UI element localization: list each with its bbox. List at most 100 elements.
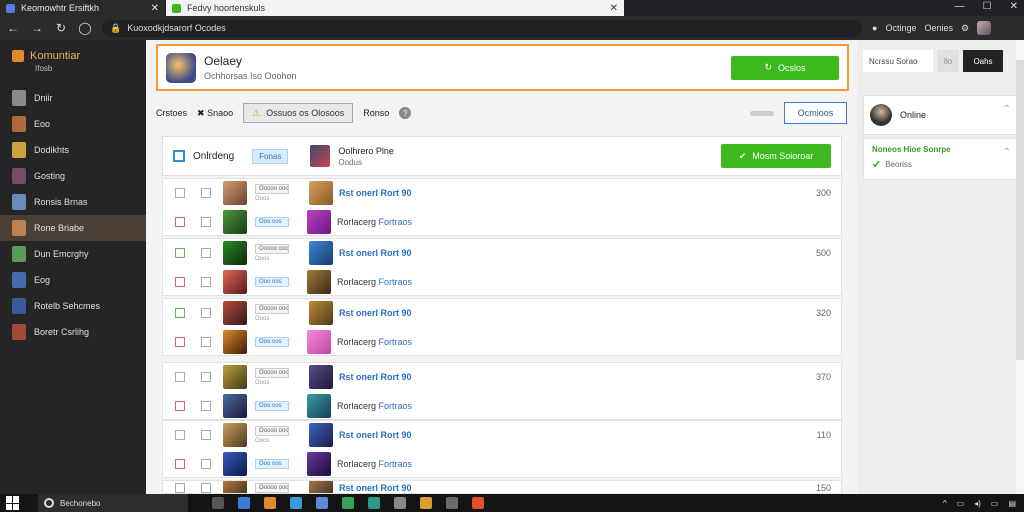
battery-icon[interactable]: ▭ — [991, 499, 999, 508]
row-checkbox[interactable] — [175, 188, 185, 198]
warning-filter[interactable]: ⚠ Ossuos os Olosoos — [243, 103, 354, 123]
app-icon[interactable] — [316, 497, 328, 509]
task-view-icon[interactable] — [212, 497, 224, 509]
app-icon[interactable] — [264, 497, 276, 509]
volume-icon[interactable]: ◂) — [974, 499, 981, 508]
row-checkbox[interactable] — [175, 248, 185, 258]
app-icon[interactable] — [420, 497, 432, 509]
row-checkbox-2[interactable] — [201, 401, 211, 411]
sidebar-item[interactable]: Dniir — [0, 85, 146, 111]
panel-option[interactable]: Ilo — [937, 50, 959, 72]
item-name[interactable]: Rst onerl Rort 90 — [339, 430, 412, 440]
row-checkbox[interactable] — [175, 459, 185, 469]
list-item[interactable]: Ooo oos Rorlacerg Fortraos — [163, 450, 843, 478]
list-item[interactable]: Ooooo ooos Ooos Rst onerl Rort 90 110 — [163, 421, 843, 449]
row-checkbox-2[interactable] — [201, 217, 211, 227]
row-checkbox-2[interactable] — [201, 277, 211, 287]
slider-pill[interactable] — [750, 110, 774, 116]
browser-tab-2[interactable]: Fedvy hoortenskuls ✕ — [166, 0, 624, 16]
header-action-button[interactable]: ↻ Ocslos — [731, 55, 839, 80]
expand-icon[interactable]: ⌃ — [1003, 104, 1011, 115]
row-checkbox[interactable] — [175, 401, 185, 411]
row-checkbox[interactable] — [175, 308, 185, 318]
sidebar-item[interactable]: Boretr Csrlihg — [0, 319, 146, 345]
item-link[interactable]: Fortraos — [379, 277, 413, 287]
sidebar-item[interactable]: Ronsis Brnas — [0, 189, 146, 215]
row-checkbox[interactable] — [175, 277, 185, 287]
row-checkbox[interactable] — [175, 483, 185, 493]
close-icon[interactable]: ✕ — [610, 3, 618, 14]
taskbar-search[interactable]: Bechonebo — [38, 494, 188, 512]
row-checkbox[interactable] — [175, 372, 185, 382]
app-icon[interactable] — [368, 497, 380, 509]
sidebar-item[interactable]: Eog — [0, 267, 146, 293]
forward-icon[interactable]: → — [30, 21, 44, 35]
scrollbar[interactable] — [1016, 40, 1024, 494]
row-checkbox[interactable] — [175, 217, 185, 227]
sidebar-item-active[interactable]: Rone Briabe — [0, 215, 146, 241]
sidebar-item[interactable]: Dun Emcrghy — [0, 241, 146, 267]
panel-search[interactable]: Ncrssu Sorao — [863, 50, 933, 72]
sidebar-item[interactable]: Rotelb Sehcmes — [0, 293, 146, 319]
item-link[interactable]: Fortraos — [379, 401, 413, 411]
account-label[interactable]: Octinge — [885, 23, 916, 33]
item-name[interactable]: Rst onerl Rort 90 — [339, 188, 412, 198]
row-checkbox-2[interactable] — [201, 483, 211, 493]
sidebar-item[interactable]: Eoo — [0, 111, 146, 137]
app-icon[interactable] — [472, 497, 484, 509]
sidebar-item[interactable]: Dodikhts — [0, 137, 146, 163]
list-item[interactable]: Ooo oos Rorlacerg Fortraos — [163, 328, 843, 356]
list-item[interactable]: Ooo oos Rorlacerg Fortraos — [163, 392, 843, 420]
help-icon[interactable]: ? — [399, 107, 412, 119]
network-icon[interactable]: ▭ — [957, 499, 965, 508]
row-checkbox-2[interactable] — [201, 459, 211, 469]
back-icon[interactable]: ← — [6, 21, 20, 35]
close-window-icon[interactable]: ✕ — [1010, 1, 1018, 12]
row-checkbox-2[interactable] — [201, 430, 211, 440]
scrollbar-thumb[interactable] — [1016, 60, 1024, 360]
list-item[interactable]: Ooooo ooos Ooos Rst onerl Rort 90 320 — [163, 299, 843, 327]
list-item[interactable]: Ooooo ooos Ooos Rst onerl Rort 90 500 — [163, 239, 843, 267]
item-name[interactable]: Rst onerl Rort 90 — [339, 248, 412, 258]
list-item[interactable]: Ooooo ooos Ooos Rst onerl Rort 90 370 — [163, 363, 843, 391]
account-name[interactable]: Oenies — [924, 23, 953, 33]
promo-card[interactable]: Noneos Hioe Sonrpe ✔ Beoriss ⌃ — [863, 138, 1018, 180]
maximize-icon[interactable]: ☐ — [983, 1, 992, 12]
app-icon[interactable] — [394, 497, 406, 509]
settings-icon[interactable]: ⚙ — [961, 23, 969, 34]
panel-dark-button[interactable]: Oahs — [963, 50, 1003, 72]
row-checkbox-2[interactable] — [201, 337, 211, 347]
reload-icon[interactable]: ↻ — [54, 21, 68, 35]
browser-tab-1[interactable]: Keomowhtr Ersiftkh ✕ — [0, 0, 165, 16]
row-checkbox-2[interactable] — [201, 372, 211, 382]
windows-start-icon[interactable] — [6, 496, 20, 510]
app-icon[interactable] — [238, 497, 250, 509]
row-checkbox-2[interactable] — [201, 188, 211, 198]
filter-button[interactable]: Ocmioos — [784, 102, 847, 124]
row-checkbox-2[interactable] — [201, 248, 211, 258]
avatar[interactable] — [977, 21, 992, 35]
list-item[interactable]: Ooo oos Rorlacerg Fortraos — [163, 268, 843, 296]
app-icon[interactable] — [342, 497, 354, 509]
card-action-button[interactable]: ✔ Mosm Soioroar — [721, 144, 831, 168]
item-name[interactable]: Rst onerl Rort 90 — [339, 308, 412, 318]
list-item[interactable]: Ooooo ooos Ooos Rst onerl Rort 90 300 — [163, 179, 843, 207]
chevron-up-icon[interactable]: ^ — [943, 499, 947, 508]
row-checkbox[interactable] — [175, 430, 185, 440]
select-all-checkbox[interactable] — [173, 150, 185, 162]
item-link[interactable]: Fortraos — [379, 337, 413, 347]
filter-1[interactable]: Crstoes — [156, 108, 187, 118]
home-icon[interactable]: ◯ — [78, 21, 92, 35]
item-name[interactable]: Rst onerl Rort 90 — [339, 483, 412, 493]
url-field[interactable]: 🔒 Kuoxodkjdsarorf Ocodes — [102, 19, 862, 37]
close-icon[interactable]: ✕ — [151, 3, 159, 14]
item-name[interactable]: Rst onerl Rort 90 — [339, 372, 412, 382]
minimize-icon[interactable]: — — [955, 1, 965, 12]
list-item[interactable]: Ooooo ooos Rst onerl Rort 90 150 — [163, 481, 841, 493]
sidebar-item[interactable]: Gosting — [0, 163, 146, 189]
notification-icon[interactable]: ▤ — [1008, 499, 1016, 508]
row-checkbox-2[interactable] — [201, 308, 211, 318]
app-icon[interactable] — [290, 497, 302, 509]
filter-2[interactable]: ✖ Snaoo — [197, 108, 233, 119]
item-link[interactable]: Fortraos — [379, 217, 413, 227]
